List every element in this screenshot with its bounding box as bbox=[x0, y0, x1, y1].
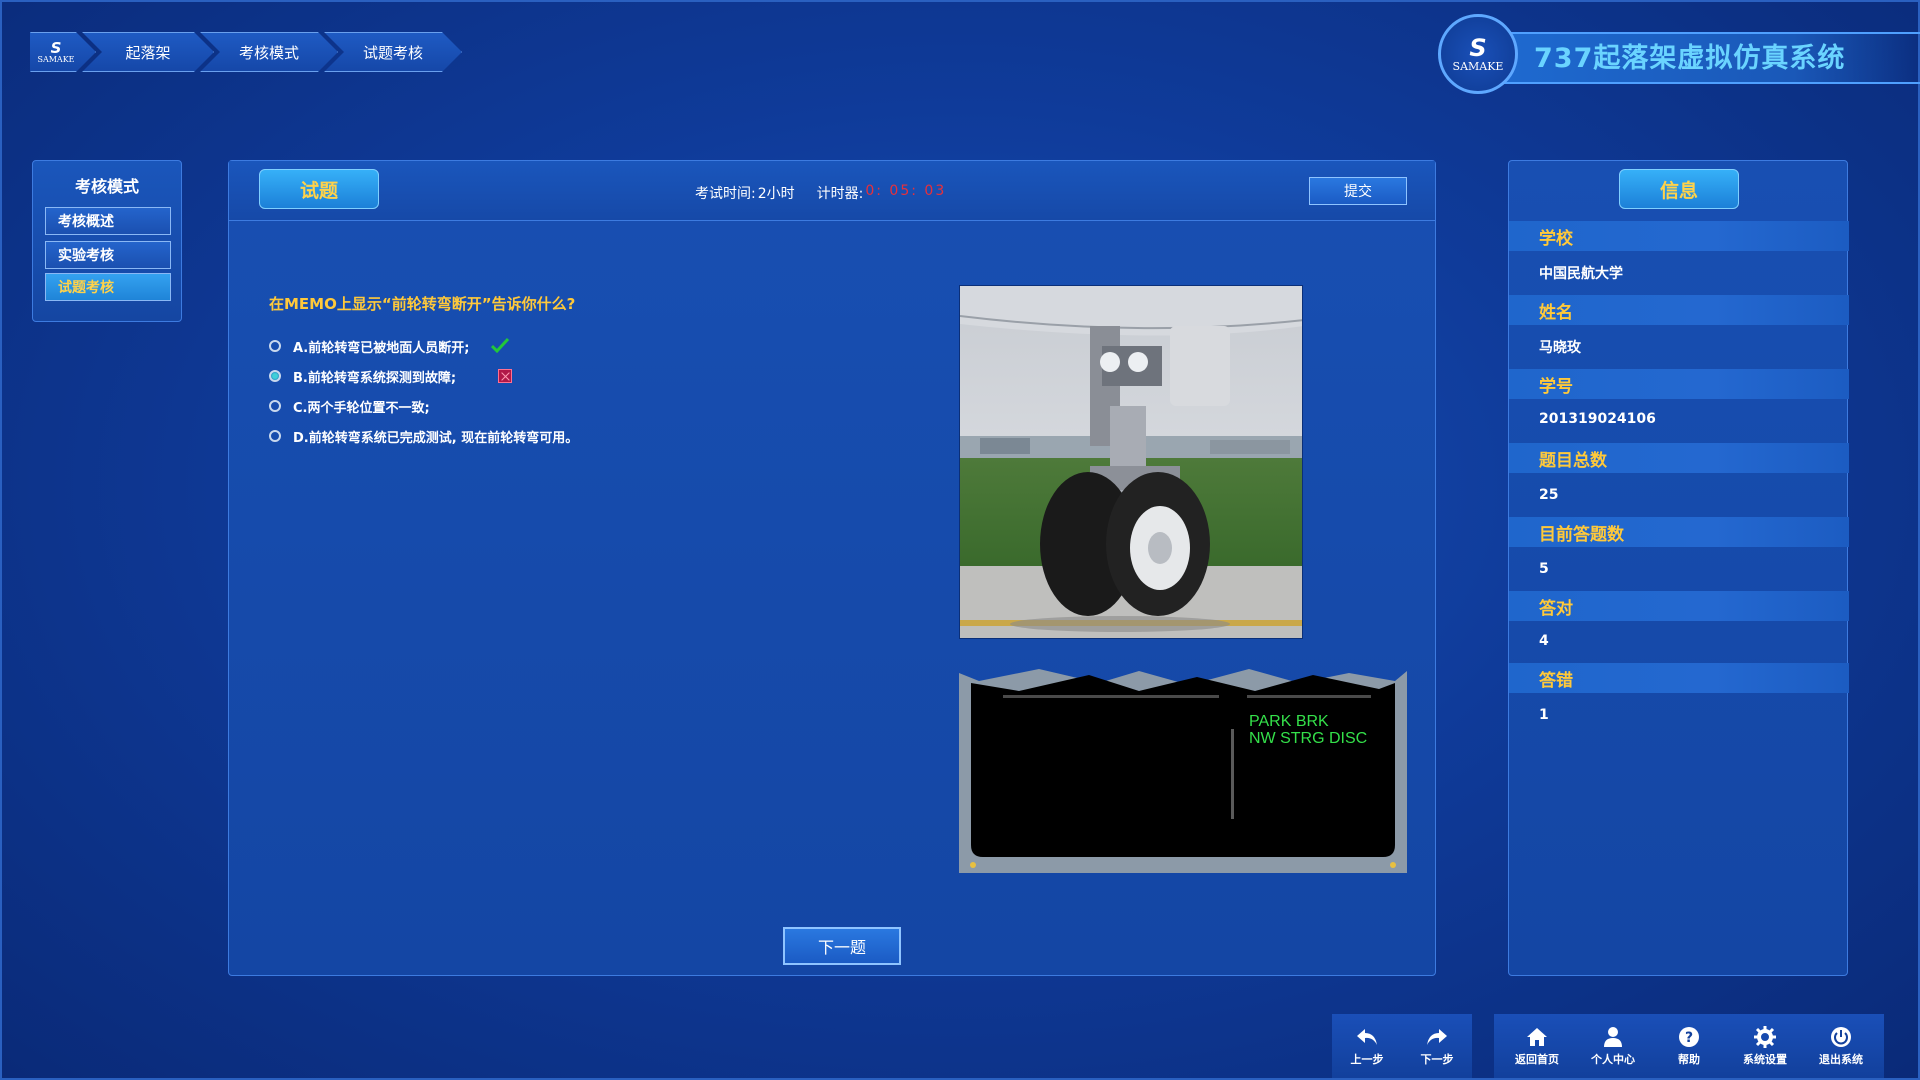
info-value-correct: 4 bbox=[1539, 633, 1549, 649]
profile-label: 个人中心 bbox=[1591, 1052, 1635, 1066]
breadcrumb-label: 考核模式 bbox=[238, 43, 299, 62]
nav-item-question-exam[interactable]: 试题考核 bbox=[45, 273, 171, 301]
option-d[interactable]: D.前轮转弯系统已完成测试, 现在前轮转弯可用。 bbox=[269, 421, 578, 451]
nav-item-lab-exam[interactable]: 实验考核 bbox=[45, 241, 171, 269]
option-b[interactable]: B.前轮转弯系统探测到故障; bbox=[269, 361, 578, 391]
option-a[interactable]: A.前轮转弯已被地面人员断开; bbox=[269, 331, 578, 361]
back-label: 上一步 bbox=[1350, 1052, 1384, 1066]
correct-check-icon bbox=[491, 337, 510, 355]
question-text: 在MEMO上显示“前轮转弯断开”告诉你什么? bbox=[269, 295, 576, 313]
info-value-name: 马晓玫 bbox=[1539, 340, 1581, 356]
undo-arrow-icon bbox=[1357, 1028, 1377, 1045]
info-value-student-id: 201319024106 bbox=[1539, 411, 1656, 427]
radio-button[interactable] bbox=[269, 430, 281, 442]
info-label-wrong: 答错 bbox=[1509, 663, 1849, 693]
breadcrumb-label: 起落架 bbox=[125, 43, 171, 62]
option-c[interactable]: C.两个手轮位置不一致; bbox=[269, 391, 578, 421]
gear-icon bbox=[1754, 1025, 1776, 1048]
exit-button[interactable]: 退出系统 bbox=[1806, 1026, 1876, 1067]
info-panel: 信息 学校 中国民航大学 姓名 马晓玫 学号 201319024106 题目总数… bbox=[1508, 160, 1849, 976]
memo-text: PARK BRK NW STRG DISC bbox=[1249, 713, 1367, 747]
submit-button[interactable]: 提交 bbox=[1309, 177, 1407, 205]
history-toolbar: 上一步 下一步 bbox=[1332, 1014, 1472, 1078]
system-toolbar: 返回首页 个人中心 ? 帮助 系统设置 退出系统 bbox=[1494, 1014, 1884, 1078]
forward-button[interactable]: 下一步 bbox=[1402, 1026, 1472, 1067]
samake-logo-icon: S SAMAKE bbox=[37, 41, 74, 64]
breadcrumb-item-question-exam[interactable]: 试题考核 bbox=[324, 32, 462, 72]
settings-button[interactable]: 系统设置 bbox=[1730, 1025, 1800, 1067]
breadcrumb-item-landing-gear[interactable]: 起落架 bbox=[82, 32, 214, 72]
wrong-mark-icon bbox=[496, 367, 514, 385]
profile-button[interactable]: 个人中心 bbox=[1578, 1026, 1648, 1067]
redo-arrow-icon bbox=[1427, 1028, 1447, 1045]
option-label: B.前轮转弯系统探测到故障; bbox=[293, 370, 457, 386]
memo-line: NW STRG DISC bbox=[1249, 730, 1368, 747]
user-icon bbox=[1604, 1026, 1622, 1047]
exam-time-value: 2小时 bbox=[757, 186, 795, 202]
settings-label: 系统设置 bbox=[1743, 1052, 1787, 1066]
breadcrumb-label: 试题考核 bbox=[362, 43, 423, 62]
radio-button[interactable] bbox=[269, 340, 281, 352]
breadcrumb-home-logo[interactable]: S SAMAKE bbox=[30, 32, 96, 72]
help-button[interactable]: ? 帮助 bbox=[1654, 1026, 1724, 1067]
home-button[interactable]: 返回首页 bbox=[1502, 1026, 1572, 1067]
back-button[interactable]: 上一步 bbox=[1332, 1026, 1402, 1067]
breadcrumb-item-assessment-mode[interactable]: 考核模式 bbox=[200, 32, 338, 72]
info-label-correct: 答对 bbox=[1509, 591, 1849, 621]
info-label-total-questions: 题目总数 bbox=[1509, 443, 1849, 473]
next-question-button[interactable]: 下一题 bbox=[783, 927, 901, 965]
app-title: 737起落架虚拟仿真系统 bbox=[1534, 43, 1846, 74]
forward-label: 下一步 bbox=[1420, 1052, 1454, 1066]
left-nav-panel: 考核模式 考核概述 实验考核 试题考核 bbox=[32, 160, 182, 322]
info-label-student-id: 学号 bbox=[1509, 369, 1849, 399]
info-value-school: 中国民航大学 bbox=[1539, 266, 1623, 282]
info-title[interactable]: 信息 bbox=[1619, 169, 1739, 209]
breadcrumb: S SAMAKE 起落架 考核模式 试题考核 bbox=[30, 32, 448, 72]
answer-options: A.前轮转弯已被地面人员断开; B.前轮转弯系统探测到故障; C.两个手轮位置不… bbox=[269, 331, 578, 451]
info-value-wrong: 1 bbox=[1539, 707, 1549, 723]
help-label: 帮助 bbox=[1678, 1052, 1700, 1066]
app-title-banner: S SAMAKE 737起落架虚拟仿真系统 bbox=[1438, 14, 1920, 94]
info-label-school: 学校 bbox=[1509, 221, 1849, 251]
tab-questions[interactable]: 试题 bbox=[259, 169, 379, 209]
home-label: 返回首页 bbox=[1515, 1052, 1559, 1066]
exam-time-info: 考试时间: 2小时 计时器: 0: 05: 03 bbox=[695, 183, 946, 203]
logo-text: SAMAKE bbox=[37, 54, 75, 64]
logo-mark: S bbox=[50, 38, 62, 57]
help-icon: ? bbox=[1679, 1026, 1699, 1047]
logo-text: SAMAKE bbox=[1452, 59, 1504, 73]
nav-item-overview[interactable]: 考核概述 bbox=[45, 207, 171, 235]
radio-button-selected[interactable] bbox=[269, 370, 281, 382]
svg-text:?: ? bbox=[1685, 1030, 1693, 1046]
logo-mark: S bbox=[1469, 33, 1487, 62]
info-label-answered: 目前答题数 bbox=[1509, 517, 1849, 547]
exam-header: 试题 考试时间: 2小时 计时器: 0: 05: 03 提交 bbox=[229, 161, 1435, 221]
exam-time-label: 考试时间: bbox=[695, 186, 756, 202]
info-label-name: 姓名 bbox=[1509, 295, 1849, 325]
timer-value: 0: 05: 03 bbox=[865, 183, 947, 199]
samake-logo-icon: S SAMAKE bbox=[1438, 14, 1518, 94]
info-value-answered: 5 bbox=[1539, 561, 1549, 577]
exam-panel: 试题 考试时间: 2小时 计时器: 0: 05: 03 提交 在MEMO上显示“… bbox=[228, 160, 1436, 976]
option-label: A.前轮转弯已被地面人员断开; bbox=[293, 340, 470, 356]
option-label: C.两个手轮位置不一致; bbox=[293, 400, 430, 416]
left-nav-title: 考核模式 bbox=[74, 177, 139, 196]
memo-display: PARK BRK NW STRG DISC bbox=[959, 669, 1407, 873]
home-icon bbox=[1527, 1027, 1547, 1046]
nose-landing-gear-image bbox=[959, 285, 1303, 639]
timer-label: 计时器: bbox=[816, 186, 864, 202]
memo-line: PARK BRK bbox=[1249, 713, 1329, 730]
power-icon bbox=[1831, 1026, 1851, 1047]
info-value-total-questions: 25 bbox=[1539, 487, 1559, 503]
option-label: D.前轮转弯系统已完成测试, 现在前轮转弯可用。 bbox=[293, 430, 579, 446]
radio-button[interactable] bbox=[269, 400, 281, 412]
exit-label: 退出系统 bbox=[1819, 1052, 1863, 1066]
